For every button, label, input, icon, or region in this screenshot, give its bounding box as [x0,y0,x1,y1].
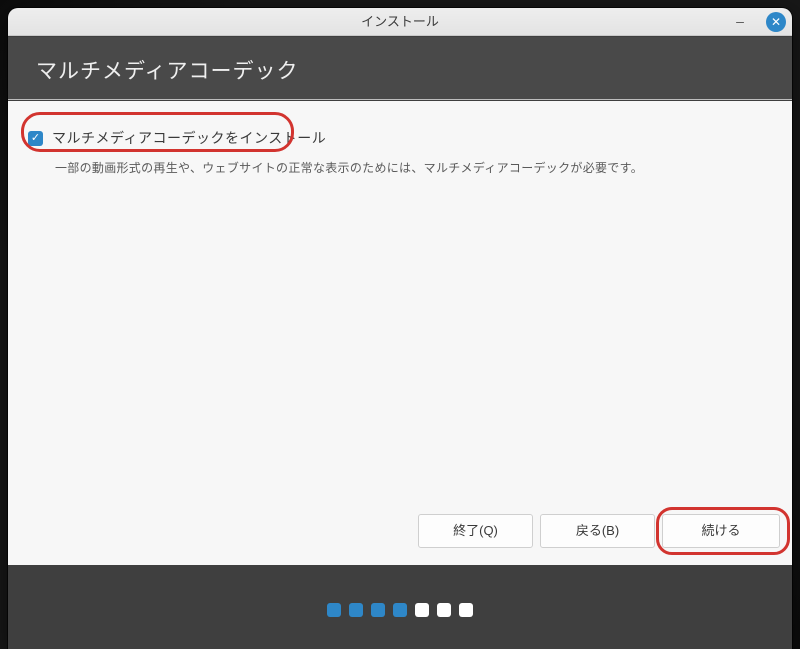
continue-button[interactable]: 続ける [662,514,780,548]
minimize-button[interactable]: – [728,8,752,36]
progress-dot-5 [415,603,429,617]
page-title: マルチメディアコーデック [36,55,299,85]
codecs-description: 一部の動画形式の再生や、ウェブサイトの正常な表示のためには、マルチメディアコーデ… [55,159,643,176]
installer-window: インストール – ✕ マルチメディアコーデック ✓ マルチメディアコーデックをイ… [8,8,792,649]
page-header: マルチメディアコーデック [8,37,792,100]
codecs-checkbox-row[interactable]: ✓ マルチメディアコーデックをインストール [28,129,326,147]
progress-dot-3 [371,603,385,617]
progress-dot-6 [437,603,451,617]
window-title: インストール [8,8,792,36]
titlebar[interactable]: インストール – ✕ [8,8,792,36]
back-button[interactable]: 戻る(B) [540,514,655,548]
checkbox-checked-icon[interactable]: ✓ [28,131,43,146]
progress-dot-7 [459,603,473,617]
progress-dot-2 [349,603,363,617]
progress-dots [8,603,792,617]
wizard-button-row: 終了(Q) 戻る(B) 続ける [418,514,780,548]
bottom-band [8,565,792,649]
quit-button[interactable]: 終了(Q) [418,514,533,548]
close-button[interactable]: ✕ [766,12,786,32]
codecs-checkbox-label[interactable]: マルチメディアコーデックをインストール [52,128,326,148]
progress-dot-1 [327,603,341,617]
desktop-background: インストール – ✕ マルチメディアコーデック ✓ マルチメディアコーデックをイ… [0,0,800,649]
progress-dot-4 [393,603,407,617]
content-area: ✓ マルチメディアコーデックをインストール 一部の動画形式の再生や、ウェブサイト… [8,101,792,565]
